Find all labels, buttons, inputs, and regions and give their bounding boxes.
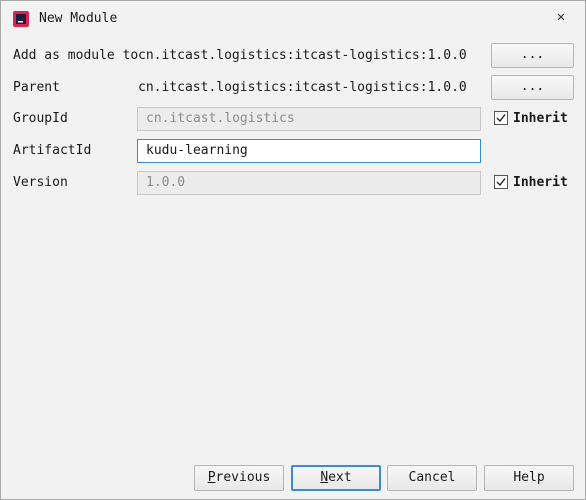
- next-button[interactable]: Next: [291, 465, 381, 491]
- help-button[interactable]: Help: [484, 465, 574, 491]
- version-field: 1.0.0: [137, 171, 481, 195]
- new-module-dialog: New Module ✕ Add as module to cn.itcast.…: [0, 0, 586, 500]
- groupid-label: GroupId: [13, 111, 68, 126]
- title-bar: New Module ✕: [1, 1, 585, 37]
- cancel-button[interactable]: Cancel: [387, 465, 477, 491]
- previous-mnemonic: P: [207, 470, 216, 485]
- parent-browse-button[interactable]: ...: [491, 75, 574, 100]
- window-title: New Module: [39, 11, 118, 26]
- groupid-field: cn.itcast.logistics: [137, 107, 481, 131]
- close-icon[interactable]: ✕: [549, 7, 573, 27]
- artifactid-label: ArtifactId: [13, 143, 92, 158]
- checkbox-box[interactable]: [494, 175, 508, 189]
- intellij-app-icon: [13, 11, 29, 27]
- checkmark-icon: [496, 114, 506, 123]
- groupid-inherit-label: Inherit: [513, 111, 568, 126]
- add-as-module-value: cn.itcast.logistics:itcast-logistics:1.0…: [138, 48, 467, 63]
- next-mnemonic: N: [320, 470, 329, 485]
- checkmark-icon: [496, 178, 506, 187]
- version-inherit-label: Inherit: [513, 175, 568, 190]
- parent-value: cn.itcast.logistics:itcast-logistics:1.0…: [138, 80, 467, 95]
- version-label: Version: [13, 175, 68, 190]
- artifactid-input[interactable]: kudu-learning: [137, 139, 481, 163]
- add-as-module-label: Add as module to: [13, 48, 139, 63]
- previous-button[interactable]: Previous: [194, 465, 284, 491]
- checkbox-box[interactable]: [494, 111, 508, 125]
- parent-label: Parent: [13, 80, 60, 95]
- previous-label: revious: [215, 470, 271, 485]
- next-label: ext: [328, 470, 352, 485]
- add-as-module-browse-button[interactable]: ...: [491, 43, 574, 68]
